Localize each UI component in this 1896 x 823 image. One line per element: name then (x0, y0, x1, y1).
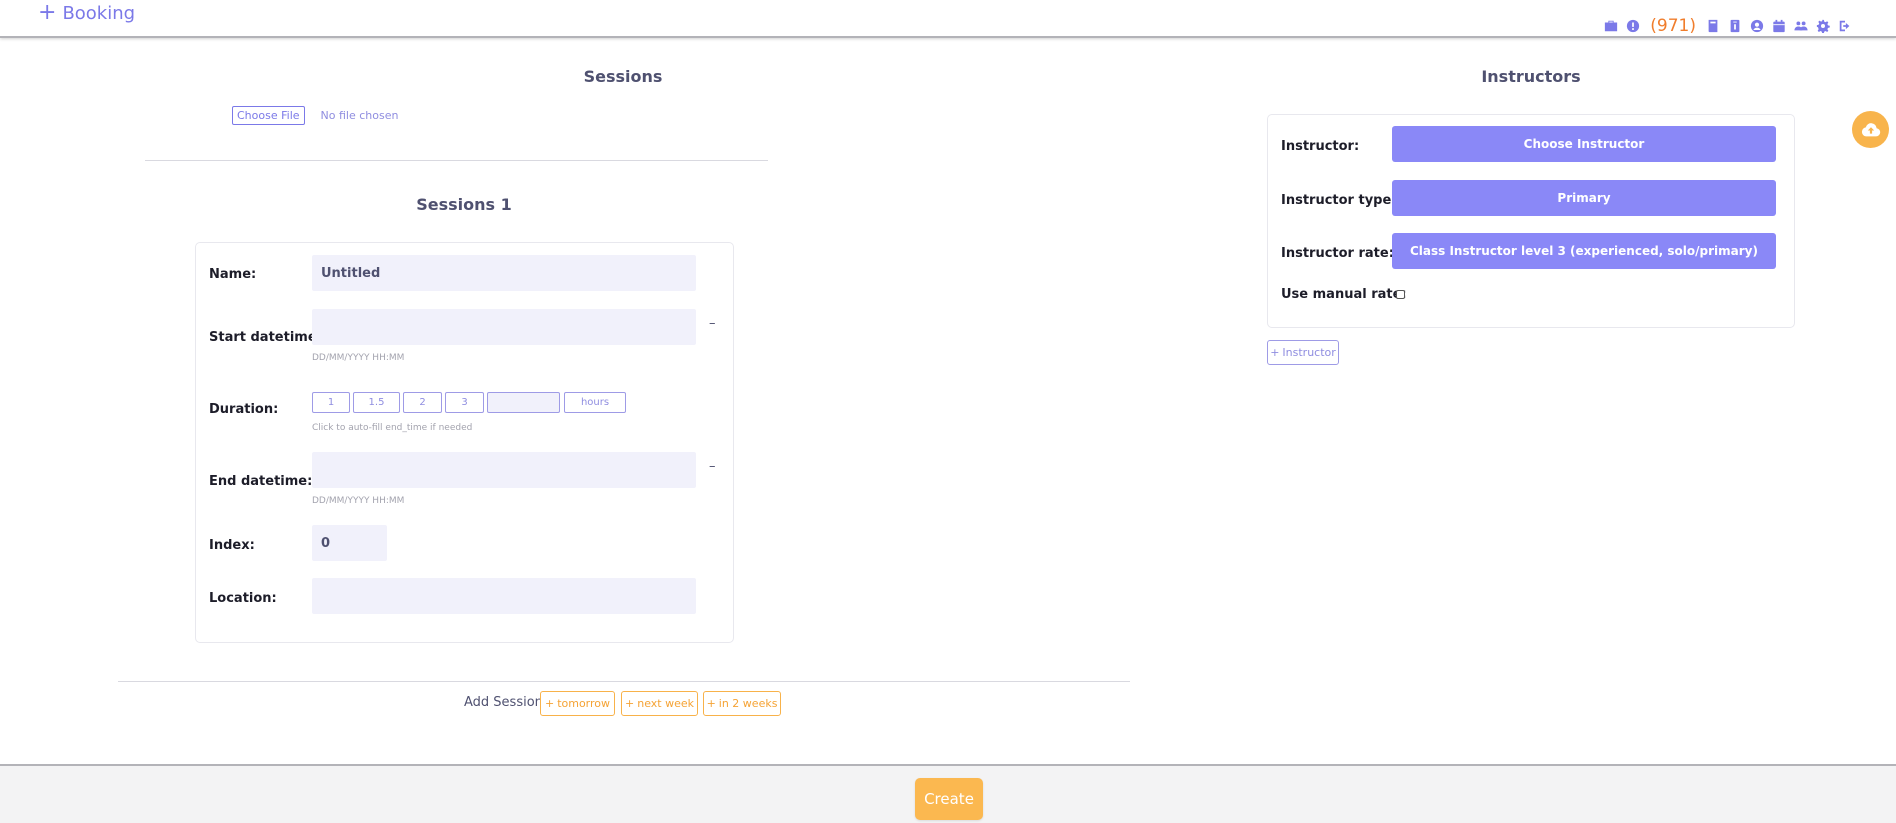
start-datetime-clear-button[interactable]: – (709, 316, 716, 331)
toolbar: (971) (1604, 18, 1852, 35)
session-heading: Sessions 1 (416, 195, 512, 214)
add-session-in-2-weeks-button[interactable]: + in 2 weeks (703, 691, 781, 716)
upload-button[interactable] (1852, 111, 1889, 148)
divider (118, 681, 1130, 682)
choose-file-button[interactable]: Choose File (232, 106, 305, 125)
user-circle-icon[interactable] (1750, 19, 1764, 33)
start-datetime-label: Start datetime: (209, 330, 322, 345)
footer-bar: Create (0, 764, 1896, 823)
instructor-type-label: Instructor type: (1281, 193, 1397, 208)
end-datetime-label: End datetime: (209, 474, 313, 489)
end-datetime-hint: DD/MM/YYYY HH:MM (312, 496, 405, 506)
duration-3-button[interactable]: 3 (445, 392, 484, 413)
add-session-tomorrow-label: tomorrow (557, 697, 611, 710)
instructor-card: Instructor: Choose Instructor Instructor… (1267, 114, 1795, 328)
notification-count[interactable]: (971) (1650, 18, 1696, 35)
manual-rate-checkbox[interactable] (1396, 290, 1405, 299)
id-card-icon[interactable] (1728, 19, 1742, 33)
session-card: Name: Start datetime: – DD/MM/YYYY HH:MM… (195, 242, 734, 643)
end-datetime-clear-button[interactable]: – (709, 459, 716, 474)
duration-label: Duration: (209, 402, 279, 417)
name-input[interactable] (312, 255, 696, 291)
index-input[interactable] (312, 525, 387, 561)
add-session-next-week-button[interactable]: + next week (621, 691, 698, 716)
sign-out-icon[interactable] (1838, 19, 1852, 33)
briefcase-icon[interactable] (1604, 19, 1618, 33)
info-icon[interactable] (1626, 19, 1640, 33)
cloud-upload-icon (1861, 122, 1880, 136)
divider (145, 160, 768, 161)
gear-icon[interactable] (1816, 19, 1830, 33)
users-icon[interactable] (1794, 19, 1808, 33)
new-booking-link[interactable]: + Booking (38, 2, 135, 24)
sessions-heading: Sessions (583, 67, 663, 86)
instructor-label: Instructor: (1281, 139, 1360, 154)
start-datetime-input[interactable] (312, 309, 696, 345)
plus-icon: + (625, 697, 635, 710)
instructors-heading: Instructors (1481, 67, 1581, 86)
add-session-next-week-label: next week (637, 697, 694, 710)
duration-2-button[interactable]: 2 (403, 392, 442, 413)
duration-hint: Click to auto-fill end_time if needed (312, 423, 473, 433)
book-icon[interactable] (1706, 19, 1720, 33)
calendar-icon[interactable] (1772, 19, 1786, 33)
create-button[interactable]: Create (915, 778, 983, 820)
manual-rate-label: Use manual rate: (1281, 287, 1407, 302)
instructor-rate-select[interactable]: Class Instructor level 3 (experienced, s… (1392, 233, 1776, 269)
add-session-label: Add Session (464, 695, 543, 710)
index-label: Index: (209, 538, 255, 553)
plus-icon: + (706, 697, 716, 710)
choose-instructor-button[interactable]: Choose Instructor (1392, 126, 1776, 162)
start-datetime-hint: DD/MM/YYYY HH:MM (312, 353, 405, 363)
instructor-type-select[interactable]: Primary (1392, 180, 1776, 216)
add-session-in-2-weeks-label: in 2 weeks (718, 697, 778, 710)
name-label: Name: (209, 267, 257, 282)
brand-label: Booking (62, 2, 136, 24)
add-instructor-label: Instructor (1282, 346, 1336, 359)
plus-icon: + (544, 697, 555, 710)
location-input[interactable] (312, 578, 696, 614)
instructor-rate-label: Instructor rate: (1281, 246, 1394, 261)
plus-icon: + (1270, 346, 1280, 359)
end-datetime-input[interactable] (312, 452, 696, 488)
location-label: Location: (209, 591, 277, 606)
top-navbar: + Booking (971) (0, 0, 1896, 38)
add-session-tomorrow-button[interactable]: + tomorrow (540, 691, 615, 716)
file-picker: Choose File No file chosen (232, 106, 398, 125)
duration-unit-button[interactable]: hours (564, 392, 626, 413)
plus-icon: + (38, 0, 57, 25)
duration-1-button[interactable]: 1 (312, 392, 350, 413)
add-instructor-button[interactable]: + Instructor (1267, 340, 1339, 365)
duration-custom-input[interactable] (487, 392, 560, 413)
file-status: No file chosen (320, 109, 399, 122)
duration-1-5-button[interactable]: 1.5 (353, 392, 400, 413)
